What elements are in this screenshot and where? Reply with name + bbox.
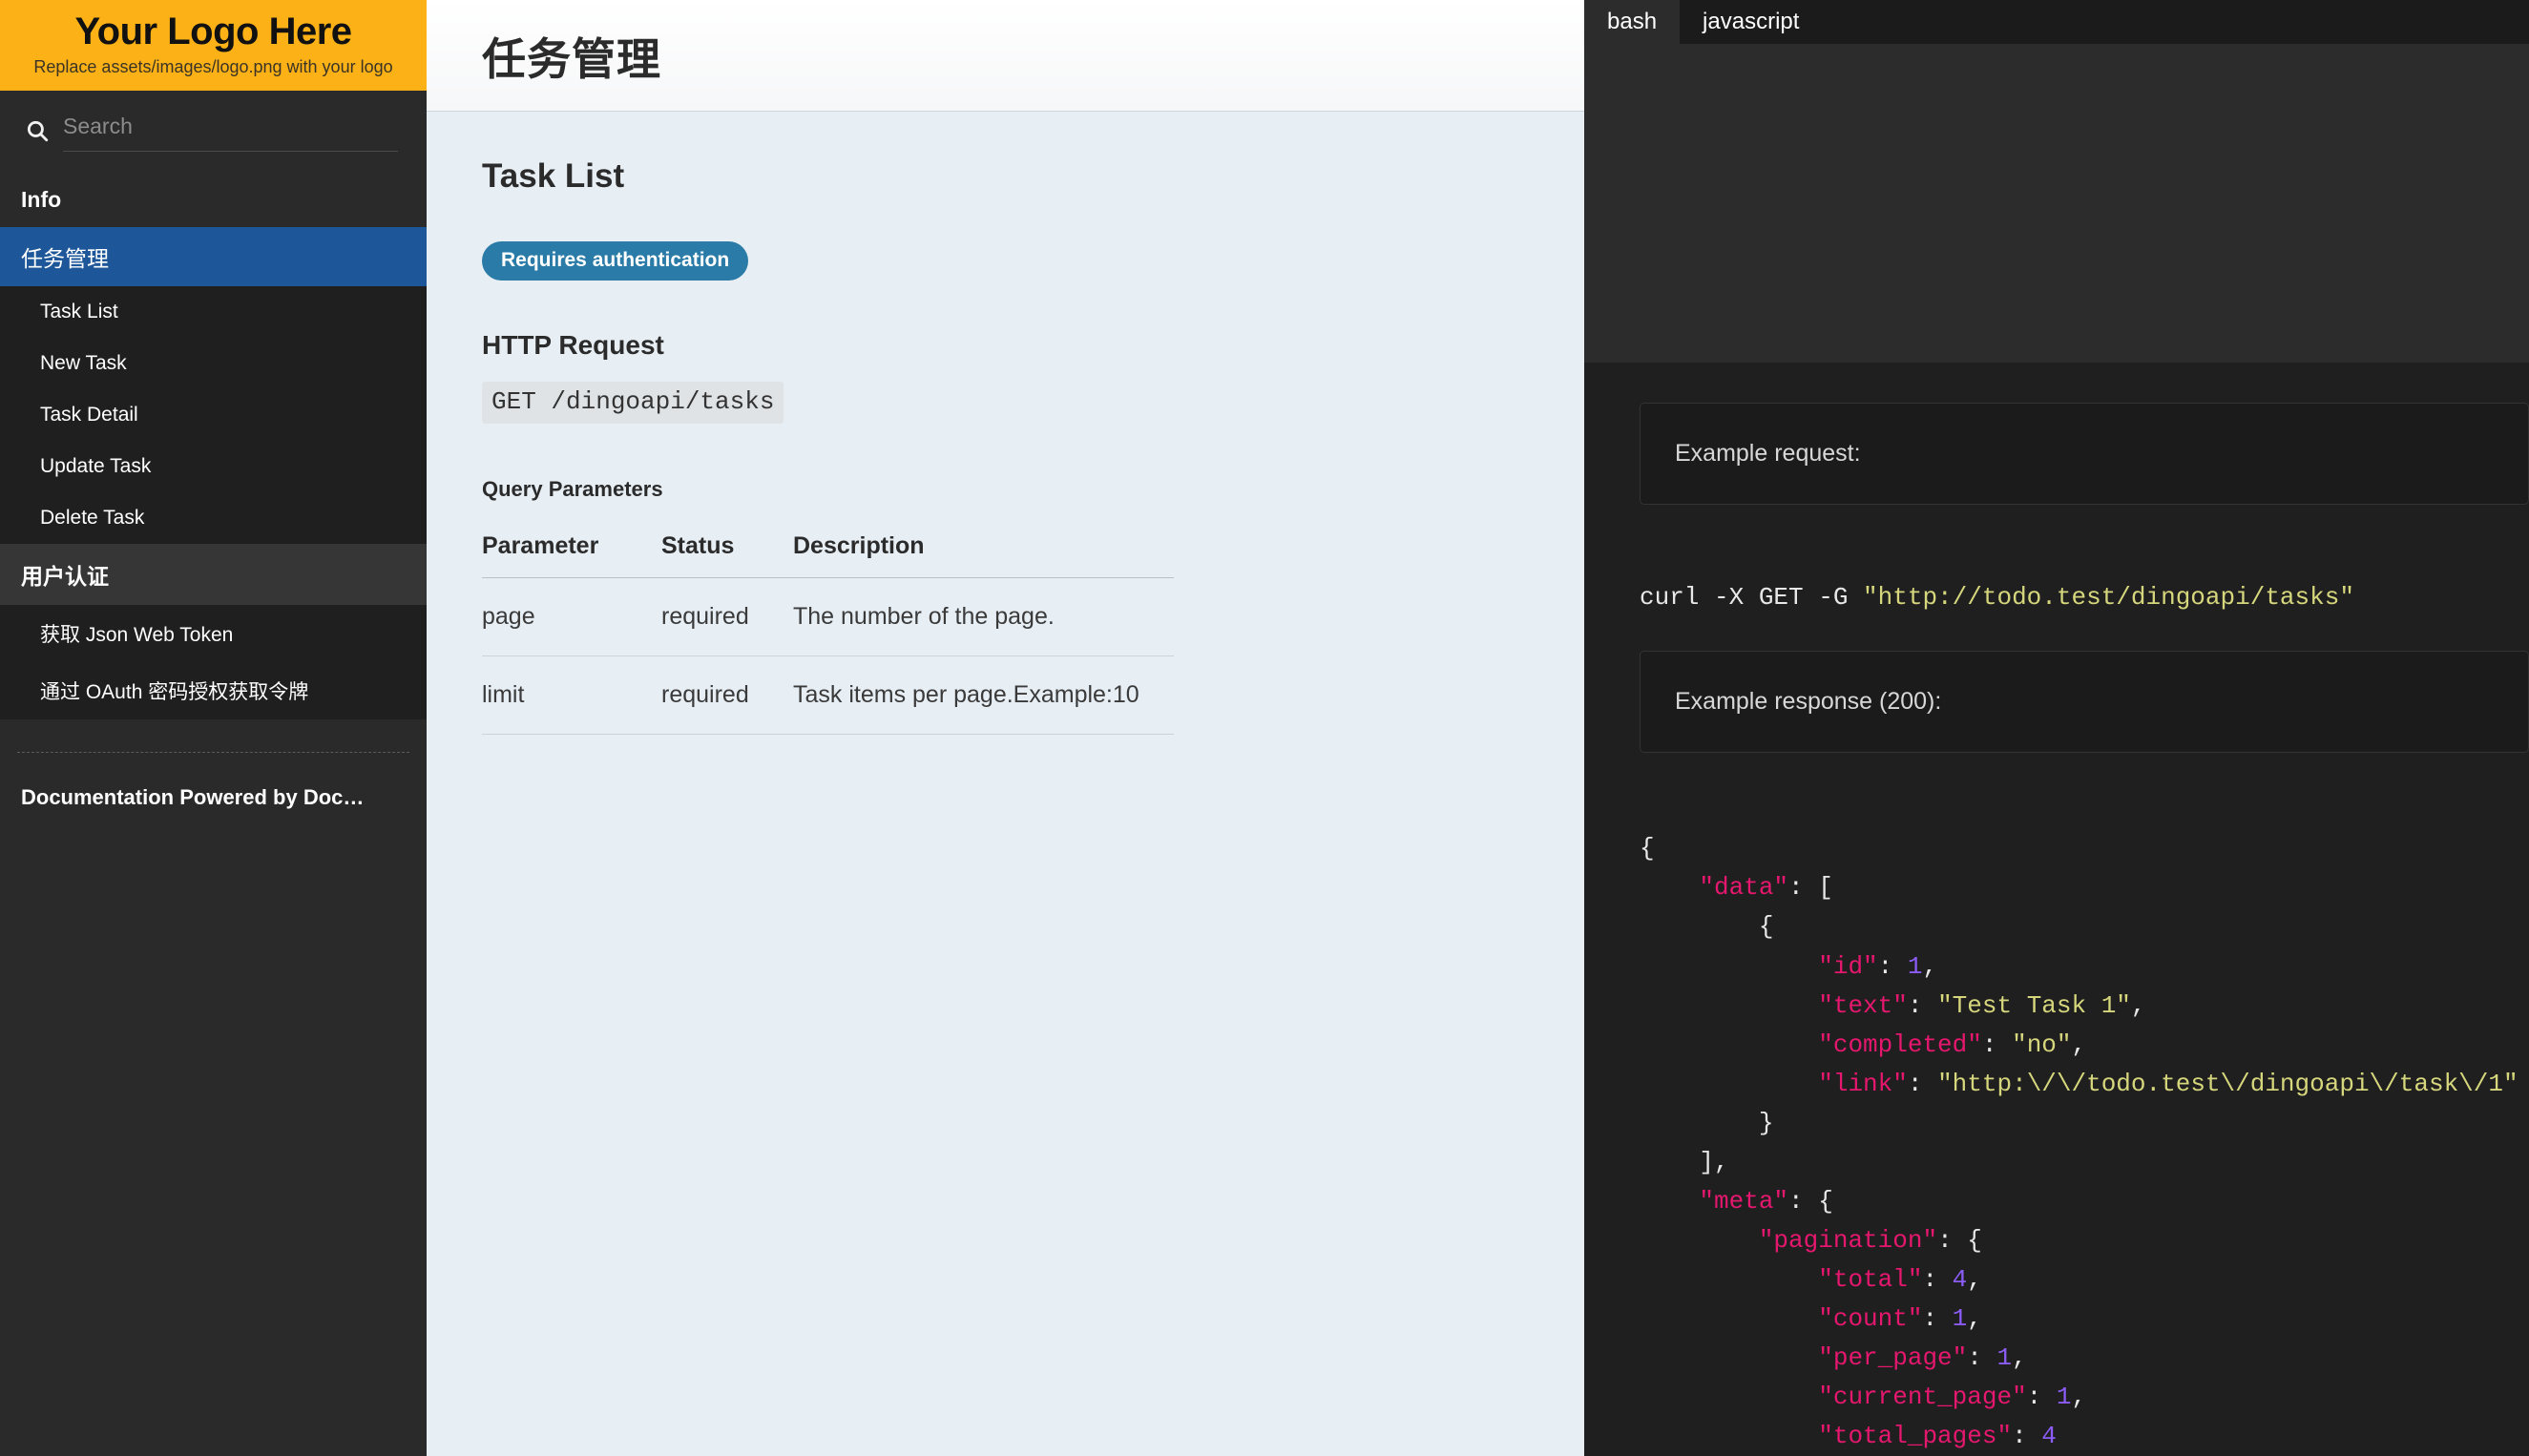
status-badge-requires-authentication: Requires authentication bbox=[482, 241, 749, 281]
column-header-parameter: Parameter bbox=[482, 519, 661, 578]
section-heading-task-list: Task List bbox=[482, 157, 625, 195]
content-header: 任务管理 bbox=[427, 0, 1584, 112]
table-row: page required The number of the page. bbox=[482, 577, 1174, 656]
search-input[interactable] bbox=[63, 110, 398, 152]
page-title: 任务管理 bbox=[482, 34, 661, 84]
sidebar-item-get-jwt[interactable]: 获取 Json Web Token bbox=[0, 605, 427, 662]
sidebar-group-user-auth: 获取 Json Web Token 通过 OAuth 密码授权获取令牌 bbox=[0, 605, 427, 719]
cell-parameter-description: Task items per page.Example:10 bbox=[793, 655, 1174, 735]
tab-bash[interactable]: bash bbox=[1584, 0, 1681, 44]
content-body: Task List Requires authentication HTTP R… bbox=[427, 112, 1584, 735]
cell-parameter-description: The number of the page. bbox=[793, 577, 1174, 656]
column-header-description: Description bbox=[793, 519, 1174, 578]
documentation-page: Your Logo Here Replace assets/images/log… bbox=[0, 0, 2529, 1456]
sidebar-section-user-auth[interactable]: 用户认证 bbox=[0, 544, 427, 605]
sidebar-section-info[interactable]: Info bbox=[0, 173, 427, 227]
code-panel-top-spacer bbox=[1584, 44, 2529, 363]
code-panel: bash javascript Example request: curl -X… bbox=[1584, 0, 2529, 1456]
code-panel-tabs: bash javascript bbox=[1584, 0, 2529, 44]
table-row: limit required Task items per page.Examp… bbox=[482, 655, 1174, 735]
sidebar-item-task-management[interactable]: 任务管理 bbox=[0, 227, 427, 286]
search-row bbox=[0, 91, 427, 152]
sidebar-item-task-detail[interactable]: Task Detail bbox=[0, 389, 427, 441]
sidebar-footer-note[interactable]: Documentation Powered by Doc… bbox=[0, 753, 427, 810]
example-request-label: Example request: bbox=[1640, 403, 2529, 505]
response-json: { "data": [ { "id": 1, "text": "Test Tas… bbox=[1640, 834, 2519, 1451]
query-parameters-table: Parameter Status Description page requir… bbox=[482, 519, 1174, 735]
search-icon bbox=[25, 118, 50, 143]
cell-parameter-status: required bbox=[661, 655, 793, 735]
logo-subtitle: Replace assets/images/logo.png with your… bbox=[33, 57, 393, 76]
heading-query-parameters: Query Parameters bbox=[482, 477, 663, 501]
tabs-spacer bbox=[1822, 0, 2529, 44]
sidebar-nav: Info 任务管理 Task List New Task Task Detail… bbox=[0, 173, 427, 810]
logo-banner[interactable]: Your Logo Here Replace assets/images/log… bbox=[0, 0, 427, 91]
heading-http-request: HTTP Request bbox=[482, 330, 664, 360]
sidebar-item-task-list[interactable]: Task List bbox=[0, 286, 427, 338]
column-header-status: Status bbox=[661, 519, 793, 578]
code-panel-main: Example request: curl -X GET -G "http://… bbox=[1584, 403, 2529, 1456]
cell-parameter-name: page bbox=[482, 577, 661, 656]
sidebar-group-task-management: Task List New Task Task Detail Update Ta… bbox=[0, 286, 427, 544]
main-content: 任务管理 Task List Requires authentication H… bbox=[427, 0, 1584, 1456]
http-endpoint-code: GET /dingoapi/tasks bbox=[482, 382, 784, 424]
curl-command: curl -X GET -G "http://todo.test/dingoap… bbox=[1584, 505, 2529, 611]
cell-parameter-status: required bbox=[661, 577, 793, 656]
sidebar-item-oauth-password-grant[interactable]: 通过 OAuth 密码授权获取令牌 bbox=[0, 662, 427, 719]
example-response-label: Example response (200): bbox=[1640, 651, 2529, 754]
table-header-row: Parameter Status Description bbox=[482, 519, 1174, 578]
curl-prefix: curl -X GET -G bbox=[1640, 583, 1864, 612]
cell-parameter-name: limit bbox=[482, 655, 661, 735]
sidebar-item-update-task[interactable]: Update Task bbox=[0, 441, 427, 492]
sidebar-item-new-task[interactable]: New Task bbox=[0, 338, 427, 389]
tab-javascript[interactable]: javascript bbox=[1680, 0, 1822, 44]
sidebar: Your Logo Here Replace assets/images/log… bbox=[0, 0, 427, 1456]
sidebar-item-delete-task[interactable]: Delete Task bbox=[0, 492, 427, 544]
logo-title: Your Logo Here bbox=[74, 10, 352, 52]
curl-url: "http://todo.test/dingoapi/tasks" bbox=[1863, 583, 2354, 612]
